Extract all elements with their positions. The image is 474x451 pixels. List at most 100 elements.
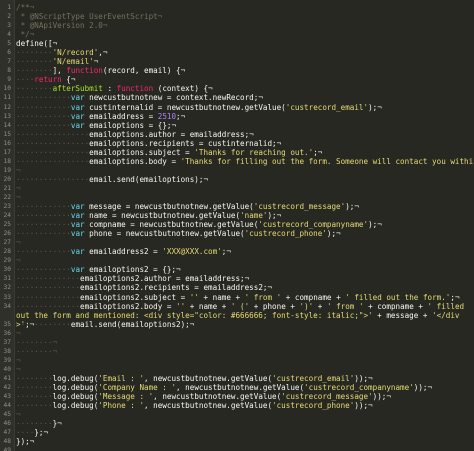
code-line[interactable]: 28 ············var emailaddress2 = 'XXX@X…	[0, 247, 474, 256]
code-line[interactable]: 5 define([¬	[0, 39, 474, 48]
code-token: define([¬	[16, 39, 58, 49]
line-number: 4	[7, 31, 11, 39]
code-line[interactable]: 48});¬	[0, 437, 474, 446]
code-line[interactable]: 29 ¬	[0, 256, 474, 265]
line-number: 6	[7, 49, 11, 57]
line-number: 29	[3, 257, 11, 265]
code-token: emailoptions2.recipients = emailaddress2…	[80, 283, 273, 293]
code-line[interactable]: 38 ········¬	[0, 347, 474, 356]
code-line[interactable]: 2 * @NScriptType UserEventScript¬	[0, 12, 474, 21]
code-line[interactable]: 23 ············var message = newcustbutno…	[0, 202, 474, 211]
line-number: 11	[3, 94, 11, 102]
code-token: ········	[16, 419, 53, 429]
code-token: ;¬	[221, 247, 231, 257]
code-token: ········	[16, 84, 53, 94]
code-line[interactable]: 42 ········log.debug('Company Name : ', n…	[0, 383, 474, 392]
code-line[interactable]: 14 ············var emailoptions = {};¬	[0, 121, 474, 130]
line-number: 27	[3, 239, 11, 247]
code-token: + message +	[372, 310, 433, 320]
line-number: 40	[3, 365, 11, 373]
code-line[interactable]: 35 ············email.send(emailoptions2);…	[0, 320, 474, 329]
code-line[interactable]: 22 ¬	[0, 193, 474, 202]
code-line[interactable]: 30 ············var emailoptions2 = {};¬	[0, 265, 474, 274]
code-line[interactable]: 33 ··············emailoptions2.subject = …	[0, 293, 474, 302]
code-token: );¬	[326, 229, 341, 239]
code-token: + compname +	[363, 301, 428, 311]
code-line[interactable]: 10 ········afterSubmit : function (contex…	[0, 84, 474, 93]
code-token: emailoptions2.author = emailaddress;¬	[80, 274, 250, 284]
code-token: ¬	[16, 256, 21, 266]
line-text: * @NApiVersion 2.0¬	[16, 21, 472, 30]
code-line[interactable]: 24 ············var name = newcustbutnotne…	[0, 211, 474, 220]
code-line[interactable]: 46 ········}¬	[0, 419, 474, 428]
code-line[interactable]: 37 ········¬	[0, 338, 474, 347]
code-token: ····	[16, 75, 35, 85]
code-token: );¬	[267, 211, 282, 221]
code-token: :	[102, 84, 117, 94]
code-token: ············	[16, 111, 71, 121]
code-line[interactable]: 45 ¬	[0, 410, 474, 419]
code-line[interactable]: 1 /**¬	[0, 3, 474, 12]
line-text: ················emailoptions.author = em…	[16, 130, 472, 139]
code-token: {¬	[61, 75, 76, 85]
code-line[interactable]: 17 ················emailoptions.subject =…	[0, 148, 474, 157]
code-token: var	[70, 211, 85, 221]
code-token: ¬	[16, 192, 21, 202]
code-line[interactable]: 25 ············var compname = newcustbutn…	[0, 220, 474, 229]
code-line[interactable]: 18 ················emailoptions.body = 'T…	[0, 157, 474, 166]
code-line[interactable]: 44 ········log.debug('Phone : ', newcustb…	[0, 401, 474, 410]
code-line[interactable]: 6 ········'N/record',¬	[0, 48, 474, 57]
code-line[interactable]: 9 ····return {¬	[0, 75, 474, 84]
code-line[interactable]: 43 ········log.debug('Message : ', newcus…	[0, 392, 474, 401]
code-line[interactable]: 12 ············var custinternalid = newcu…	[0, 103, 474, 112]
code-line[interactable]: 21 ¬	[0, 184, 474, 193]
line-text: ········¬	[16, 347, 472, 356]
code-line[interactable]: 8 ········], function(record, email) {¬	[0, 66, 474, 75]
line-number: 48	[3, 438, 11, 446]
code-token: );¬	[368, 220, 382, 230]
code-token: emailoptions2.body =	[80, 301, 177, 311]
code-line[interactable]: 47 ····};¬	[0, 428, 474, 437]
line-number: 25	[3, 221, 11, 229]
code-token: ················	[16, 156, 90, 166]
line-number: 24	[3, 212, 11, 220]
code-line[interactable]: 11 ············var newcustbutnotnew = con…	[0, 93, 474, 102]
code-line[interactable]: 31 ··············emailoptions2.author = e…	[0, 274, 474, 283]
line-text: ········log.debug('Message : ', newcustb…	[16, 392, 472, 401]
code-token: , newcustbutnotnew.getValue(	[144, 373, 273, 383]
code-line[interactable]: 16 ················emailoptions.recipient…	[0, 139, 474, 148]
line-text: ¬	[16, 193, 472, 202]
line-number: 10	[3, 85, 11, 93]
line-number: 7	[7, 58, 11, 66]
code-token: ··············	[16, 274, 81, 284]
code-line[interactable]: 19 ¬	[0, 166, 474, 175]
code-line[interactable]: 26 ············var phone = newcustbutnotn…	[0, 229, 474, 238]
code-token: );¬	[368, 102, 382, 112]
code-token: ········	[16, 401, 53, 411]
code-token: + name +	[198, 292, 245, 302]
code-line[interactable]: 41 ········log.debug('Email : ', newcustb…	[0, 374, 474, 383]
code-line[interactable]: 20 ················email.send(emailoption…	[0, 175, 474, 184]
code-line[interactable]: 13 ············var emailaddress = 2510;¬	[0, 112, 474, 121]
code-line[interactable]: 7 ········'N/email'¬	[0, 57, 474, 66]
code-line[interactable]: 40 ¬	[0, 365, 474, 374]
code-token: var	[70, 102, 85, 112]
code-line[interactable]: 36 ¬	[0, 329, 474, 338]
code-token: ········	[16, 382, 53, 392]
code-token: ········	[16, 392, 53, 402]
code-line[interactable]: 3 * @NApiVersion 2.0¬	[0, 21, 474, 30]
code-line[interactable]: 34 ··············emailoptions2.body = '' …	[0, 301, 474, 329]
code-editor[interactable]: 1/**¬ 2 * @NScriptType UserEventScript¬ 3 …	[0, 0, 474, 451]
code-line[interactable]: 39 ¬	[0, 356, 474, 365]
code-line[interactable]: 4 */¬	[0, 30, 474, 39]
code-line[interactable]: 27 ¬	[0, 238, 474, 247]
code-token: ));¬	[354, 373, 373, 383]
code-lines[interactable]: 1/**¬ 2 * @NScriptType UserEventScript¬ 3 …	[0, 3, 474, 451]
code-token: ¬	[16, 410, 21, 420]
code-line[interactable]: 32 ··············emailoptions2.recipients…	[0, 283, 474, 292]
code-line[interactable]: 15 ················emailoptions.author = …	[0, 130, 474, 139]
code-token: ],	[52, 66, 67, 76]
line-number: 3	[7, 22, 11, 30]
code-token: 'N/record'	[52, 48, 99, 58]
code-line[interactable]: 49	[0, 446, 474, 451]
